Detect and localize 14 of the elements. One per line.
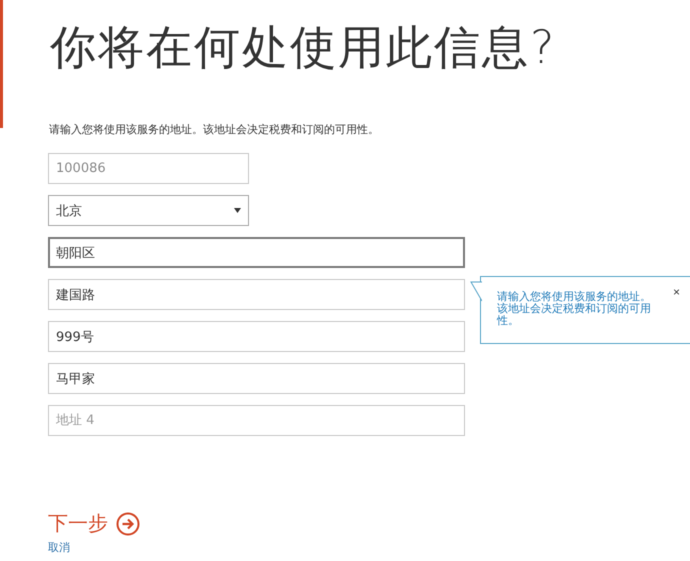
province-dropdown[interactable]: 北京 (48, 195, 249, 226)
address-field[interactable]: 马甲家 (48, 363, 465, 394)
close-button[interactable]: × (673, 285, 680, 299)
tooltip-text: 请输入您将使用该服务的地址。该地址会决定税费和订阅的可用性。 (497, 290, 651, 327)
address-field[interactable]: 建国路 (48, 279, 465, 310)
cancel-link[interactable]: 取消 (48, 540, 70, 555)
arrow-circle-icon (116, 512, 140, 536)
address-field[interactable]: 朝阳区 (48, 237, 465, 268)
caret-icon (234, 208, 241, 213)
address-field[interactable]: 地址 4 (48, 405, 465, 436)
address-field[interactable]: 999号 (48, 321, 465, 352)
next-button[interactable]: 下一步 (48, 510, 140, 537)
description-text: 请输入您将使用该服务的地址。该地址会决定税费和订阅的可用性。 (49, 122, 380, 137)
page-title: 你将在何处使用此信息? (50, 19, 558, 76)
